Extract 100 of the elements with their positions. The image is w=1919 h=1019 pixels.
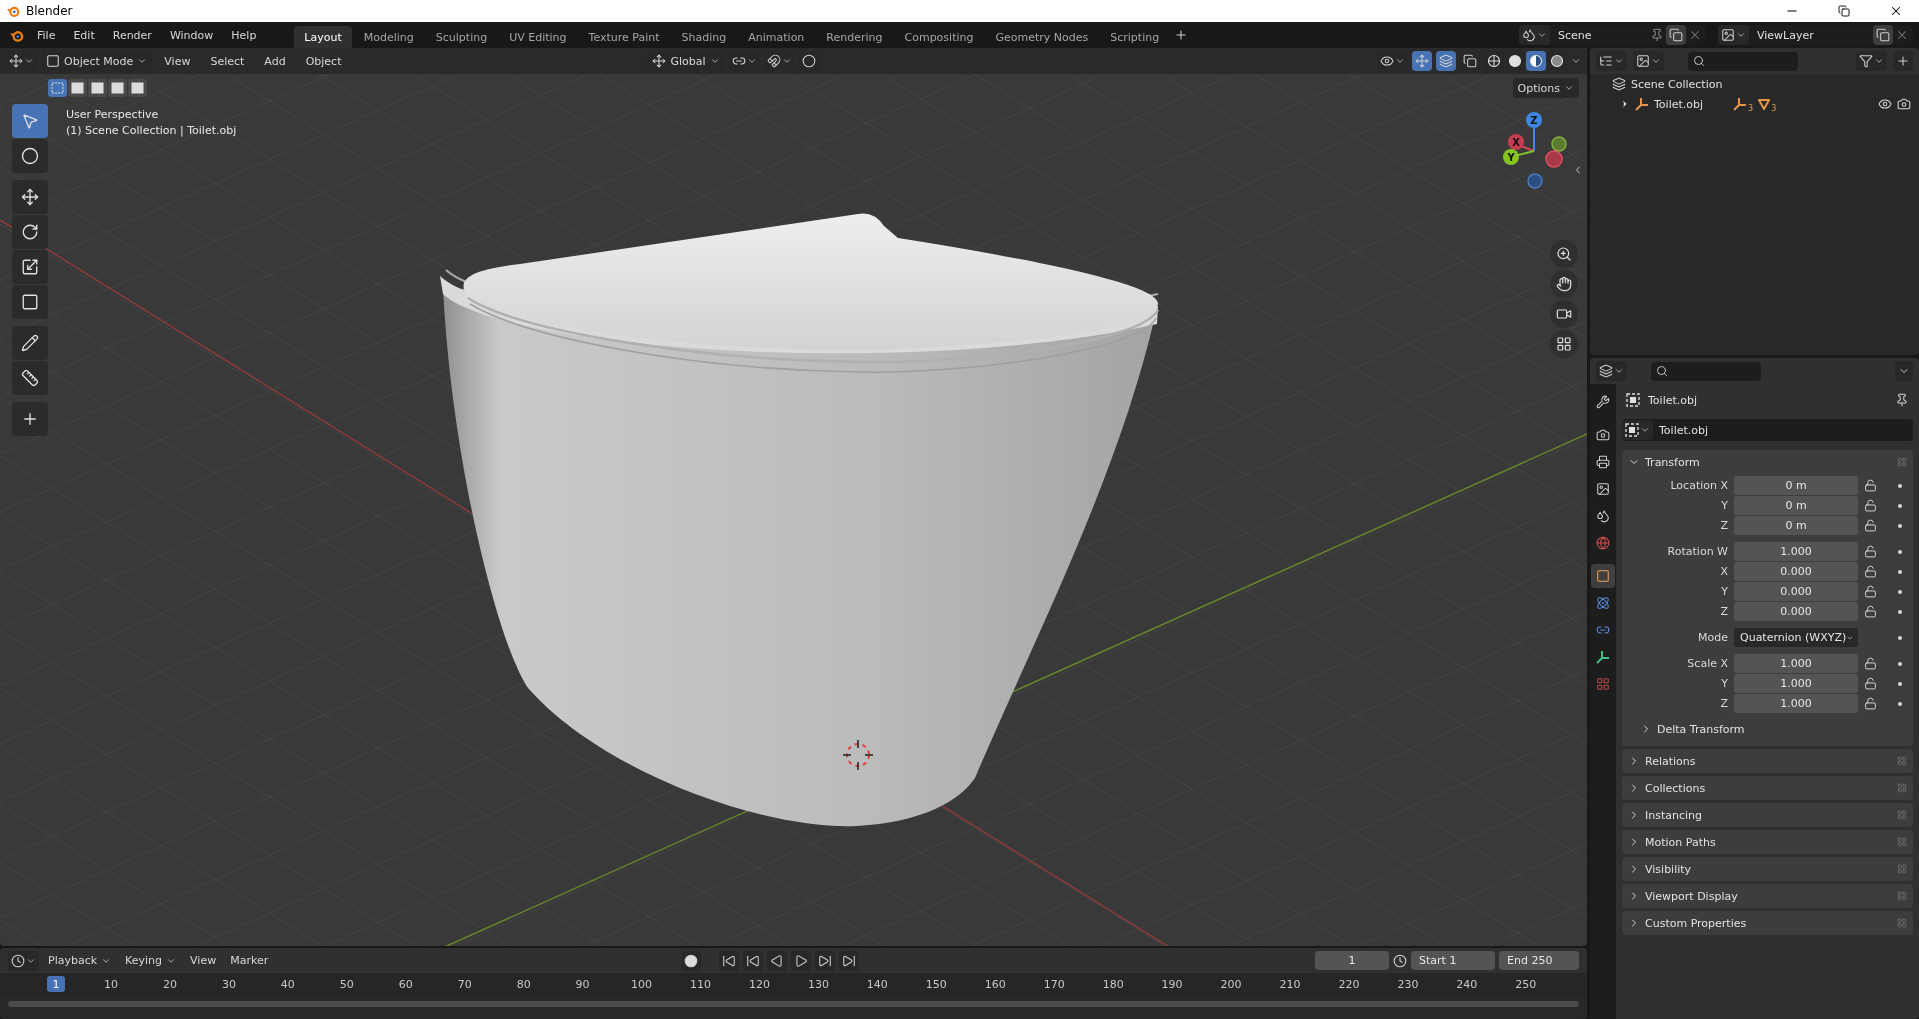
jump-start-button[interactable] [719, 950, 740, 971]
zoom-button[interactable] [1550, 240, 1578, 268]
tool-button[interactable] [12, 361, 48, 395]
select-mode-button[interactable] [128, 79, 147, 97]
value-field[interactable]: 1.000 [1734, 694, 1858, 713]
menu-item[interactable]: Edit [65, 25, 103, 45]
panel-header[interactable]: Collections [1622, 776, 1913, 800]
tool-button[interactable] [12, 326, 48, 360]
scene-browse-button[interactable] [1519, 25, 1550, 45]
panel-header[interactable]: Relations [1622, 749, 1913, 773]
workspace-tab[interactable]: Animation [738, 25, 815, 48]
select-mode-button[interactable] [108, 79, 127, 97]
tool-button[interactable] [12, 250, 48, 284]
workspace-tab[interactable]: Geometry Nodes [985, 25, 1099, 48]
keyframe-dot[interactable] [1898, 681, 1902, 686]
collection-name[interactable]: Scene Collection [1631, 77, 1723, 91]
header-menu[interactable]: Object [297, 51, 350, 71]
tool-button[interactable] [12, 285, 48, 319]
header-menu[interactable]: Add [256, 51, 294, 71]
workspace-tab[interactable]: Rendering [816, 25, 893, 48]
panel-header[interactable]: Viewport Display [1622, 884, 1913, 908]
header-menu[interactable]: Select [202, 51, 253, 71]
panel-header[interactable]: Custom Properties [1622, 911, 1913, 935]
filter-button[interactable] [1856, 51, 1887, 71]
header-menu[interactable]: View [156, 51, 199, 71]
panel-header[interactable]: Motion Paths [1622, 830, 1913, 854]
keyframe-dot[interactable] [1898, 569, 1902, 574]
workspace-tab[interactable]: Texture Paint [578, 25, 670, 48]
keyframe-dot[interactable] [1898, 589, 1902, 594]
object-name[interactable]: Toilet.obj [1654, 97, 1704, 111]
editor-type-button[interactable] [8, 950, 39, 971]
subpanel-header[interactable]: Delta Transform [1622, 718, 1913, 740]
panel-header[interactable]: Instancing [1622, 803, 1913, 827]
keyframe-dot[interactable] [1898, 549, 1902, 554]
value-field[interactable]: 0 m [1734, 516, 1858, 535]
tool-button[interactable] [12, 180, 48, 214]
editor-type-button[interactable] [1596, 51, 1627, 71]
panel-header[interactable]: Visibility [1622, 857, 1913, 881]
value-field[interactable]: 0.000 [1734, 582, 1858, 601]
properties-tab[interactable] [1591, 564, 1615, 588]
keyframe-dot[interactable] [1898, 523, 1902, 528]
tool-button[interactable] [12, 139, 48, 173]
display-mode-button[interactable] [1633, 51, 1664, 71]
end-frame-field[interactable]: End 250 [1499, 951, 1579, 970]
object-type-button[interactable] [1622, 420, 1653, 440]
toggle-button[interactable] [1436, 51, 1456, 71]
play-reverse-button[interactable] [767, 950, 788, 971]
select-mode-button[interactable] [88, 79, 107, 97]
keyframe-dot[interactable] [1898, 661, 1902, 666]
search-field[interactable] [1688, 51, 1798, 71]
toggle-button[interactable] [1412, 51, 1432, 71]
tool-button[interactable] [12, 215, 48, 249]
current-frame-field[interactable]: 1 [1315, 951, 1389, 970]
keyframe-dot[interactable] [1898, 483, 1902, 488]
next-key-button[interactable] [815, 950, 836, 971]
start-frame-field[interactable]: Start 1 [1411, 951, 1495, 970]
menu-item[interactable]: Render [104, 25, 160, 45]
perspective-button[interactable] [1550, 330, 1578, 358]
new-collection-button[interactable] [1893, 51, 1913, 71]
value-field[interactable]: 1.000 [1734, 674, 1858, 693]
timeline-menu[interactable]: View [185, 950, 222, 971]
shading-button[interactable] [1526, 51, 1546, 71]
options-button[interactable] [1895, 361, 1913, 381]
workspace-tab[interactable]: Layout [294, 25, 352, 48]
play-button[interactable] [791, 950, 812, 971]
select-mode-button[interactable] [68, 79, 87, 97]
record-button[interactable] [681, 950, 702, 971]
value-field[interactable]: 0 m [1734, 476, 1858, 495]
new-scene-button[interactable] [1666, 25, 1686, 45]
value-field[interactable]: 0.000 [1734, 562, 1858, 581]
navigation-gizmo[interactable]: Z X Y [1490, 110, 1570, 196]
timeline-menu[interactable]: Marker [225, 950, 274, 971]
playhead[interactable]: 1 [47, 976, 65, 992]
editor-type-button[interactable] [1596, 361, 1627, 381]
workspace-tab[interactable]: Shading [671, 25, 737, 48]
timeline-menu[interactable]: Keying [120, 950, 182, 971]
value-field[interactable]: 0 m [1734, 496, 1858, 515]
keyframe-dot[interactable] [1898, 635, 1902, 640]
menu-item[interactable]: File [29, 25, 64, 45]
mode-dropdown[interactable]: Quaternion (WXYZ) [1734, 628, 1858, 647]
pan-button[interactable] [1550, 270, 1578, 298]
value-field[interactable]: 0.000 [1734, 602, 1858, 621]
workspace-tab[interactable]: Scripting [1100, 25, 1170, 48]
panel-header[interactable]: Transform [1622, 450, 1913, 474]
menu-item[interactable]: Window [161, 25, 222, 45]
camera-view-button[interactable] [1550, 300, 1578, 328]
value-field[interactable]: 1.000 [1734, 542, 1858, 561]
workspace-tab[interactable]: Compositing [894, 25, 984, 48]
new-view-layer-button[interactable] [1873, 25, 1893, 45]
search-field[interactable] [1651, 361, 1761, 381]
tool-button[interactable] [12, 402, 48, 436]
keyframe-dot[interactable] [1898, 503, 1902, 508]
keyframe-dot[interactable] [1898, 701, 1902, 706]
workspace-tab[interactable]: Modeling [353, 25, 424, 48]
view-layer-browse-button[interactable] [1718, 25, 1749, 45]
workspace-tab[interactable]: UV Editing [499, 25, 577, 48]
keyframe-dot[interactable] [1898, 609, 1902, 614]
jump-end-button[interactable] [839, 950, 860, 971]
prev-key-button[interactable] [743, 950, 764, 971]
scrollbar[interactable] [8, 1001, 1579, 1007]
